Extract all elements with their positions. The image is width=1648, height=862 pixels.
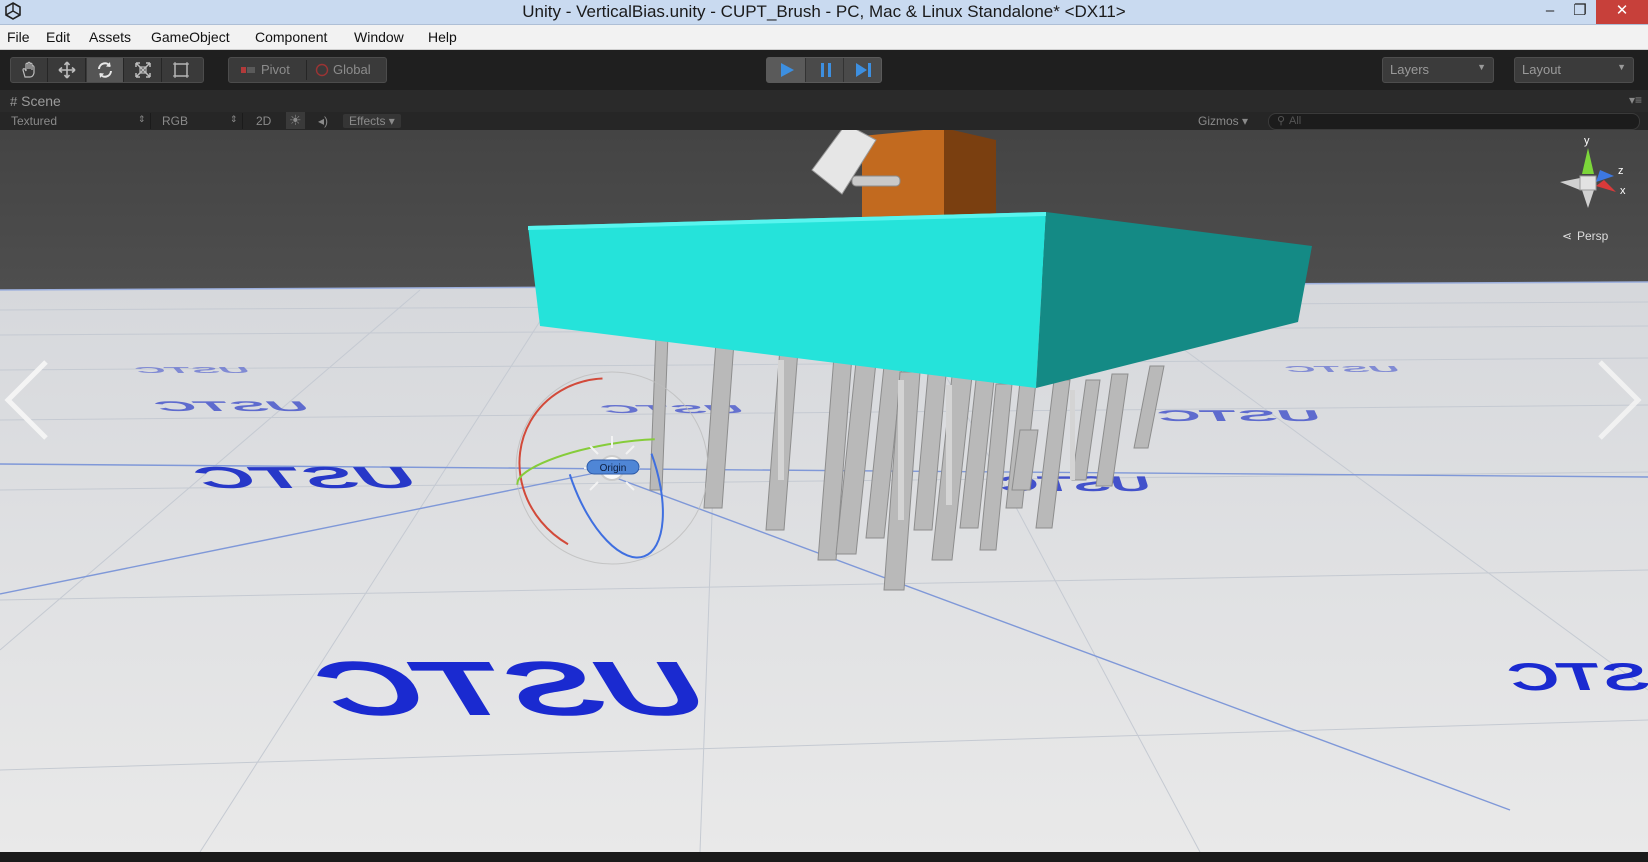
render-mode-label: RGB <box>162 114 189 128</box>
search-icon: ⚲ <box>1277 115 1286 127</box>
scene-tab-header: # Scene ▾≡ <box>0 90 1648 112</box>
floor-text: USTC <box>1284 365 1400 374</box>
tab-scene[interactable]: # Scene <box>10 93 61 109</box>
scale-icon <box>135 62 151 78</box>
axis-label-x: x <box>1620 185 1626 197</box>
rect-tool-icon <box>173 62 189 78</box>
minimize-button[interactable]: – <box>1536 0 1564 24</box>
window-titlebar: Unity - VerticalBias.unity - CUPT_Brush … <box>0 0 1648 25</box>
effects-label: Effects <box>349 114 386 128</box>
axis-label-y: y <box>1584 135 1590 147</box>
close-button[interactable]: ✕ <box>1596 0 1648 24</box>
draw-mode-label: Textured <box>11 114 58 128</box>
gizmos-dropdown[interactable]: Gizmos ▾ <box>1198 114 1248 128</box>
menu-assets[interactable]: Assets <box>89 29 131 45</box>
scene-control-bar: Textured ⇕ RGB ⇕ 2D ☀ ◂) Effects ▾ Gizmo… <box>0 112 1648 131</box>
scene-viewport[interactable]: USTC USTC USTC USTC USTC USTC USTC USTC … <box>0 130 1648 852</box>
gizmos-label: Gizmos <box>1198 114 1239 128</box>
draw-mode-dropdown[interactable]: Textured ⇕ <box>0 113 151 129</box>
search-placeholder: All <box>1289 115 1302 127</box>
persp-label[interactable]: Persp <box>1577 229 1609 243</box>
persp-glyph: ⋖ <box>1562 229 1572 243</box>
orange-box-side <box>944 130 996 220</box>
play-icon <box>781 63 794 77</box>
divider <box>306 60 307 80</box>
scene-render: USTC USTC USTC USTC USTC USTC USTC USTC … <box>0 130 1648 852</box>
window-title: Unity - VerticalBias.unity - CUPT_Brush … <box>522 2 1126 21</box>
layers-dropdown-label: Layers <box>1390 62 1430 77</box>
pivot-global-toggle: Pivot Global <box>228 57 387 83</box>
search-field[interactable]: ⚲ All <box>1268 113 1640 130</box>
grid-icon: # <box>10 94 18 109</box>
status-bar <box>0 852 1648 862</box>
menu-help[interactable]: Help <box>428 29 457 45</box>
audio-toggle-icon[interactable]: ◂) <box>318 114 328 128</box>
global-icon <box>315 63 329 77</box>
layout-dropdown-label: Layout <box>1522 62 1562 77</box>
floor-text-partial: USTC <box>1508 655 1648 698</box>
menu-window[interactable]: Window <box>354 29 404 45</box>
tab-scene-label: Scene <box>21 93 61 109</box>
render-mode-dropdown[interactable]: RGB ⇕ <box>150 113 243 129</box>
gizmo-cube <box>1579 175 1597 191</box>
layers-dropdown[interactable]: Layers ▼ <box>1382 57 1494 83</box>
rect-tool-button[interactable] <box>163 58 199 82</box>
handle-rod <box>851 175 901 187</box>
lighting-toggle-icon[interactable]: ☀ <box>286 112 305 129</box>
pivot-icon <box>241 67 255 73</box>
menu-file[interactable]: File <box>7 29 30 45</box>
pause-button[interactable] <box>805 58 844 82</box>
floor-text: USTC <box>134 366 250 375</box>
chevron-down-icon: ▼ <box>1617 62 1626 72</box>
floor-text-large: USTC <box>309 646 714 732</box>
scale-tool-button[interactable] <box>125 58 162 82</box>
origin-label: Origin <box>600 463 627 474</box>
menu-bar: File Edit Assets GameObject Component Wi… <box>0 25 1648 50</box>
playback-controls <box>766 57 882 83</box>
chevron-down-icon: ▼ <box>1477 62 1486 72</box>
global-button[interactable]: Global <box>333 62 371 77</box>
panel-menu-icon[interactable]: ▾≡ <box>1629 93 1642 107</box>
floor-text: USTC <box>1154 407 1324 424</box>
effects-dropdown[interactable]: Effects ▾ <box>343 114 401 128</box>
chevron-updown-icon: ⇕ <box>230 114 238 124</box>
layout-dropdown[interactable]: Layout ▼ <box>1514 57 1634 83</box>
transform-tools <box>10 57 204 83</box>
menu-gameobject[interactable]: GameObject <box>151 29 230 45</box>
play-button[interactable] <box>767 58 805 82</box>
pivot-button[interactable]: Pivot <box>261 62 290 77</box>
menu-component[interactable]: Component <box>255 29 327 45</box>
hand-tool-button[interactable] <box>11 58 48 82</box>
toggle-2d-button[interactable]: 2D <box>256 114 271 128</box>
step-icon <box>856 63 871 77</box>
step-button[interactable] <box>843 58 882 82</box>
axis-label-z: z <box>1618 165 1624 177</box>
main-toolbar: Pivot Global Layers ▼ Layout ▼ <box>0 50 1648 90</box>
floor-text: USTC <box>152 398 311 414</box>
floor-text: USTC <box>191 461 420 495</box>
move-icon <box>58 61 76 79</box>
rotate-tool-button[interactable] <box>87 58 124 82</box>
menu-edit[interactable]: Edit <box>46 29 70 45</box>
rotate-icon <box>98 62 112 78</box>
hand-icon <box>22 61 35 78</box>
move-tool-button[interactable] <box>49 58 86 82</box>
maximize-button[interactable]: ❐ <box>1566 0 1594 24</box>
chevron-updown-icon: ⇕ <box>138 114 146 124</box>
pause-icon <box>821 63 831 77</box>
